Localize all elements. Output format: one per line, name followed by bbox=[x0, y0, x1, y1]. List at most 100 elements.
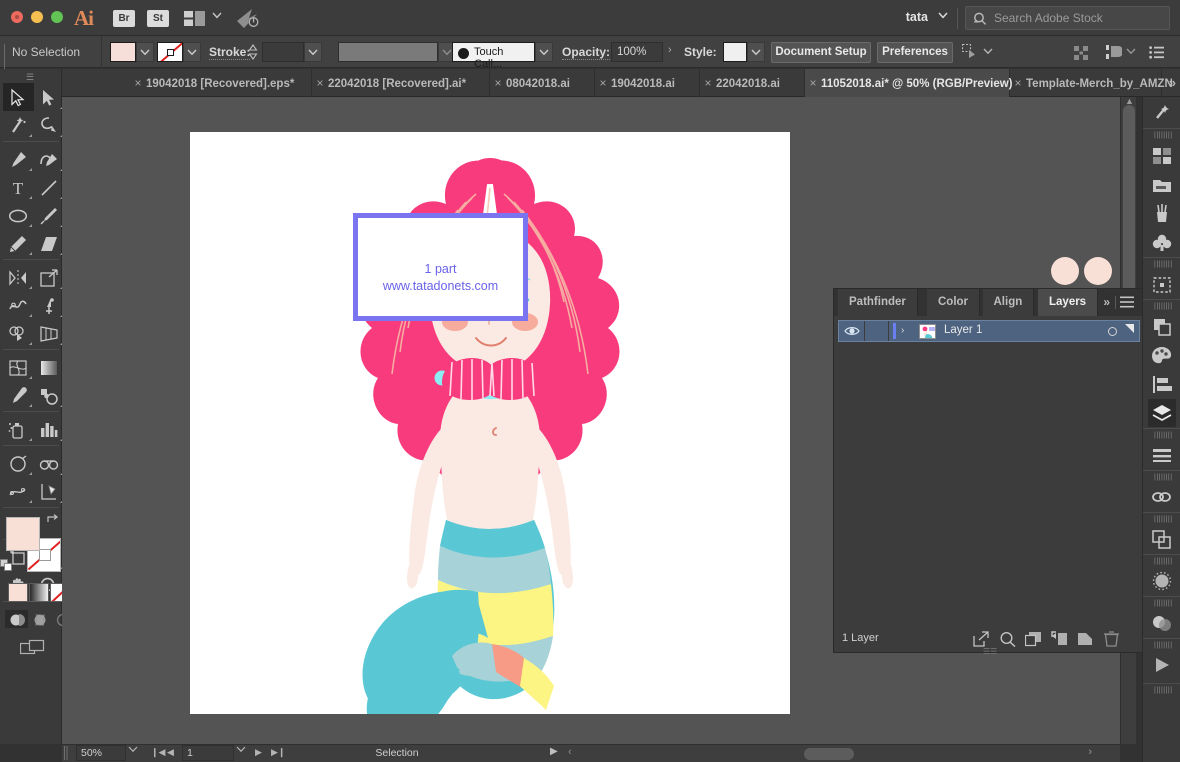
stroke-panel-icon[interactable] bbox=[1148, 441, 1176, 469]
chevron-right-icon[interactable]: › bbox=[901, 325, 904, 336]
panel-group-grip[interactable]: |||||||| bbox=[1154, 516, 1173, 523]
stroke-weight-field[interactable] bbox=[262, 42, 304, 62]
panel-group-grip[interactable]: |||||||| bbox=[1154, 432, 1173, 439]
chevron-left-icon[interactable]: ‹ bbox=[568, 746, 572, 758]
make-clipping-mask-icon[interactable] bbox=[999, 631, 1016, 647]
preferences-button[interactable]: Preferences bbox=[877, 42, 953, 63]
document-tab[interactable]: × 08042018.ai bbox=[490, 69, 595, 97]
document-tab[interactable]: × 19042018.ai bbox=[595, 69, 700, 97]
rotate-tool[interactable] bbox=[3, 263, 34, 291]
fill-color-swatch[interactable] bbox=[110, 42, 136, 62]
window-minimize-button[interactable] bbox=[31, 11, 43, 23]
change-screen-mode-button[interactable] bbox=[20, 639, 46, 657]
document-setup-button[interactable]: Document Setup bbox=[771, 42, 871, 63]
bridge-button[interactable]: Br bbox=[113, 10, 135, 27]
scale-tool[interactable] bbox=[34, 263, 65, 291]
create-new-layer-icon[interactable] bbox=[1077, 631, 1094, 647]
puppet-warp-tool[interactable] bbox=[3, 477, 34, 505]
stroke-label[interactable]: Stroke: bbox=[209, 45, 251, 60]
document-tab[interactable]: × Template-Merch_by_AMZN bbox=[1010, 69, 1173, 97]
lasso-tool[interactable] bbox=[34, 111, 65, 139]
user-chevron-down-icon[interactable] bbox=[938, 12, 948, 19]
panel-resize-grip[interactable]: ☰☰ bbox=[983, 647, 997, 656]
brush-chevron-down-icon[interactable] bbox=[535, 42, 553, 62]
toolbar-fill-swatch[interactable] bbox=[6, 517, 40, 551]
appearance-panel-icon[interactable] bbox=[1148, 525, 1176, 553]
transform-panel-icon[interactable] bbox=[1148, 270, 1176, 298]
selected-text-object[interactable]: 1 part www.tatadonets.com bbox=[353, 213, 528, 321]
stroke-weight-chevron-down-icon[interactable] bbox=[304, 42, 322, 62]
color-panel-icon[interactable] bbox=[1148, 341, 1176, 369]
pencil-tool[interactable] bbox=[3, 229, 34, 257]
layer-row[interactable]: › Layer 1 bbox=[838, 320, 1140, 342]
release-to-layers-icon[interactable] bbox=[1051, 631, 1068, 647]
gradient-tool[interactable] bbox=[34, 353, 65, 381]
artboard[interactable]: 1 part www.tatadonets.com bbox=[190, 132, 790, 714]
close-icon[interactable]: × bbox=[130, 69, 146, 97]
paintbrush-tool[interactable] bbox=[34, 201, 65, 229]
style-chevron-down-icon[interactable] bbox=[747, 42, 765, 62]
opacity-expand-icon[interactable]: › bbox=[668, 44, 672, 56]
status-bar-grip[interactable] bbox=[64, 746, 68, 760]
eyedropper-tool[interactable] bbox=[3, 381, 34, 409]
zoom-chevron-down-icon[interactable] bbox=[128, 746, 138, 753]
status-display-text[interactable]: Selection bbox=[290, 745, 504, 761]
eraser-tool[interactable] bbox=[34, 229, 65, 257]
gradient-swatch-button[interactable] bbox=[29, 583, 49, 602]
play-icon[interactable]: ▶ bbox=[550, 746, 558, 757]
panel-group-grip[interactable]: |||||||| bbox=[1154, 558, 1173, 565]
magic-wand-tool[interactable] bbox=[3, 111, 34, 139]
draw-behind-button[interactable] bbox=[28, 610, 51, 628]
stroke-color-swatch[interactable] bbox=[157, 42, 183, 62]
variable-width-profile-field[interactable] bbox=[338, 42, 438, 62]
default-fill-stroke-icon[interactable] bbox=[0, 559, 13, 572]
close-icon[interactable]: × bbox=[312, 69, 328, 97]
brushes-panel-icon[interactable] bbox=[1148, 199, 1176, 227]
layer-lock-toggle[interactable] bbox=[865, 321, 889, 341]
search-input[interactable]: Search Adobe Stock bbox=[994, 11, 1103, 25]
pen-tool[interactable] bbox=[3, 145, 34, 173]
type-tool[interactable]: T bbox=[3, 173, 34, 201]
stroke-chevron-down-icon[interactable] bbox=[183, 42, 201, 62]
artboard-tool[interactable] bbox=[3, 449, 34, 477]
close-icon[interactable]: × bbox=[700, 69, 716, 97]
document-tab[interactable]: × 22042018.ai bbox=[700, 69, 805, 97]
opacity-label[interactable]: Opacity: bbox=[562, 45, 611, 60]
slice-tool[interactable] bbox=[34, 449, 65, 477]
selection-tool[interactable] bbox=[3, 83, 34, 111]
tabs-overflow-icon[interactable]: » bbox=[1169, 69, 1176, 97]
panel-group-grip[interactable]: |||||||| bbox=[1154, 132, 1173, 139]
close-icon[interactable]: × bbox=[805, 69, 821, 97]
next-artboard-button[interactable]: ▶ bbox=[255, 747, 262, 758]
opacity-field[interactable]: 100% bbox=[611, 42, 663, 62]
control-bar-grip[interactable] bbox=[4, 44, 8, 92]
layers-list[interactable]: › Layer 1 bbox=[838, 320, 1140, 612]
swap-fill-stroke-icon[interactable] bbox=[46, 513, 59, 526]
panel-group-grip[interactable]: |||||||| bbox=[1154, 261, 1173, 268]
arrange-chevron-down-icon[interactable] bbox=[212, 12, 222, 19]
graphic-style-swatch[interactable] bbox=[723, 42, 747, 62]
layer-name-label[interactable]: Layer 1 bbox=[944, 324, 982, 336]
effects-panel-icon[interactable] bbox=[1148, 567, 1176, 595]
mesh-tool[interactable] bbox=[3, 353, 34, 381]
column-graph-tool[interactable] bbox=[34, 415, 65, 443]
align-chevron-down-icon[interactable] bbox=[983, 48, 993, 55]
last-artboard-button[interactable]: ▶❙ bbox=[271, 747, 285, 758]
previous-artboard-button[interactable]: ◀ bbox=[167, 747, 174, 758]
panel-options-chevron-down-icon[interactable] bbox=[1126, 48, 1136, 55]
panel-menu-icon[interactable] bbox=[1120, 296, 1134, 308]
blend-tool[interactable] bbox=[34, 381, 65, 409]
document-tab[interactable]: × 11052018.ai* @ 50% (RGB/Preview) bbox=[805, 69, 1013, 97]
color-swatch-button[interactable] bbox=[8, 583, 28, 602]
close-icon[interactable]: × bbox=[490, 69, 506, 97]
width-tool[interactable] bbox=[3, 291, 34, 319]
pathfinder-panel-icon[interactable] bbox=[1148, 312, 1176, 340]
arrange-grid-icon[interactable] bbox=[1074, 46, 1089, 60]
user-account-name[interactable]: tata bbox=[906, 10, 928, 24]
transparency-panel-icon[interactable] bbox=[1148, 609, 1176, 637]
libraries-panel-icon[interactable] bbox=[1148, 141, 1176, 169]
fill-chevron-down-icon[interactable] bbox=[136, 42, 154, 62]
toolbar-grip[interactable]: ☰ bbox=[26, 72, 34, 83]
artboard-number-field[interactable]: 1 bbox=[182, 745, 234, 761]
panel-tab-pathfinder[interactable]: Pathfinder bbox=[838, 289, 918, 316]
